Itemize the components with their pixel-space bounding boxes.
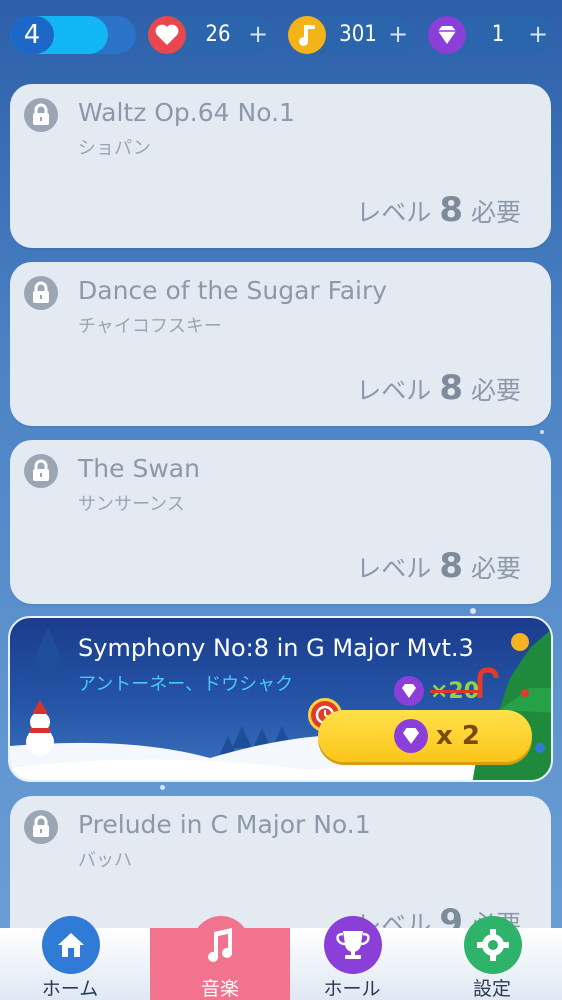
add-gems-button[interactable]: + [528, 16, 548, 54]
lock-icon [24, 810, 58, 844]
diamond-icon [394, 676, 424, 706]
nav-settings-label: 設定 [472, 978, 511, 1000]
song-title: Prelude in C Major No.1 [78, 810, 371, 839]
sale-price: x 2 [436, 721, 480, 751]
gems-counter[interactable]: 1 + [428, 16, 554, 54]
gear-icon [464, 916, 522, 974]
song-title: Waltz Op.64 No.1 [78, 98, 295, 127]
nav-hall-label: ホール [323, 978, 381, 1000]
song-composer: バッハ [78, 850, 132, 871]
original-price-value: ×20 [430, 678, 480, 704]
nav-music-label: 音楽 [200, 978, 239, 1000]
lock-icon [24, 454, 58, 488]
req-prefix: レベル [356, 376, 432, 405]
player-level: 4 [10, 16, 54, 54]
req-suffix: 必要 [470, 376, 521, 405]
heart-icon [148, 16, 186, 54]
add-lives-button[interactable]: + [248, 16, 268, 54]
notes-value: 301 [339, 22, 377, 47]
trophy-icon [324, 916, 382, 974]
featured-song-title: Symphony No:8 in G Major Mvt.3 [78, 634, 474, 662]
lives-value: 26 [205, 22, 231, 47]
level-requirement: レベル 8 必要 [356, 368, 521, 408]
add-notes-button[interactable]: + [388, 16, 408, 54]
song-card[interactable]: Waltz Op.64 No.1 ショパン レベル 8 必要 [10, 84, 551, 248]
nav-settings[interactable]: 設定 [422, 916, 562, 1000]
req-level: 8 [439, 190, 463, 230]
req-prefix: レベル [356, 554, 432, 583]
song-card[interactable]: Dance of the Sugar Fairy チャイコフスキー レベル 8 … [10, 262, 551, 426]
bottom-nav: ホーム 音楽 ホール 設定 [0, 916, 562, 1000]
home-icon [42, 916, 100, 974]
lives-counter[interactable]: 26 + [148, 16, 274, 54]
req-level: 8 [439, 546, 463, 586]
diamond-icon [428, 16, 466, 54]
song-title: Dance of the Sugar Fairy [78, 276, 388, 305]
gems-value: 1 [491, 22, 505, 47]
lock-icon [24, 98, 58, 132]
diamond-icon [394, 719, 428, 753]
song-composer: チャイコフスキー [78, 316, 222, 337]
song-title: The Swan [78, 454, 200, 483]
level-requirement: レベル 8 必要 [356, 546, 521, 586]
req-prefix: レベル [356, 198, 432, 227]
buy-song-button[interactable]: x 2 [318, 710, 532, 762]
level-requirement: レベル 8 必要 [356, 190, 521, 230]
req-suffix: 必要 [470, 554, 521, 583]
featured-song-composer: アントーネー、ドウシャク [78, 674, 294, 695]
featured-song-card[interactable]: Symphony No:8 in G Major Mvt.3 アントーネー、ドウ… [8, 616, 553, 782]
nav-home-label: ホーム [41, 978, 99, 1000]
status-bar: 4 26 + 301 + 1 + [0, 0, 562, 72]
nav-hall[interactable]: ホール [282, 916, 422, 1000]
req-suffix: 必要 [470, 198, 521, 227]
lock-icon [24, 276, 58, 310]
song-composer: ショパン [78, 138, 151, 159]
player-level-bar: 4 [10, 16, 136, 54]
req-level: 8 [439, 368, 463, 408]
song-card[interactable]: The Swan サンサーンス レベル 8 必要 [10, 440, 551, 604]
nav-home[interactable]: ホーム [0, 916, 140, 1000]
original-price: ×20 [394, 676, 479, 706]
nav-music[interactable]: 音楽 [150, 916, 290, 1000]
music-note-icon [192, 916, 250, 974]
song-composer: サンサーンス [78, 494, 185, 515]
notes-counter[interactable]: 301 + [288, 16, 414, 54]
music-note-icon [288, 16, 326, 54]
